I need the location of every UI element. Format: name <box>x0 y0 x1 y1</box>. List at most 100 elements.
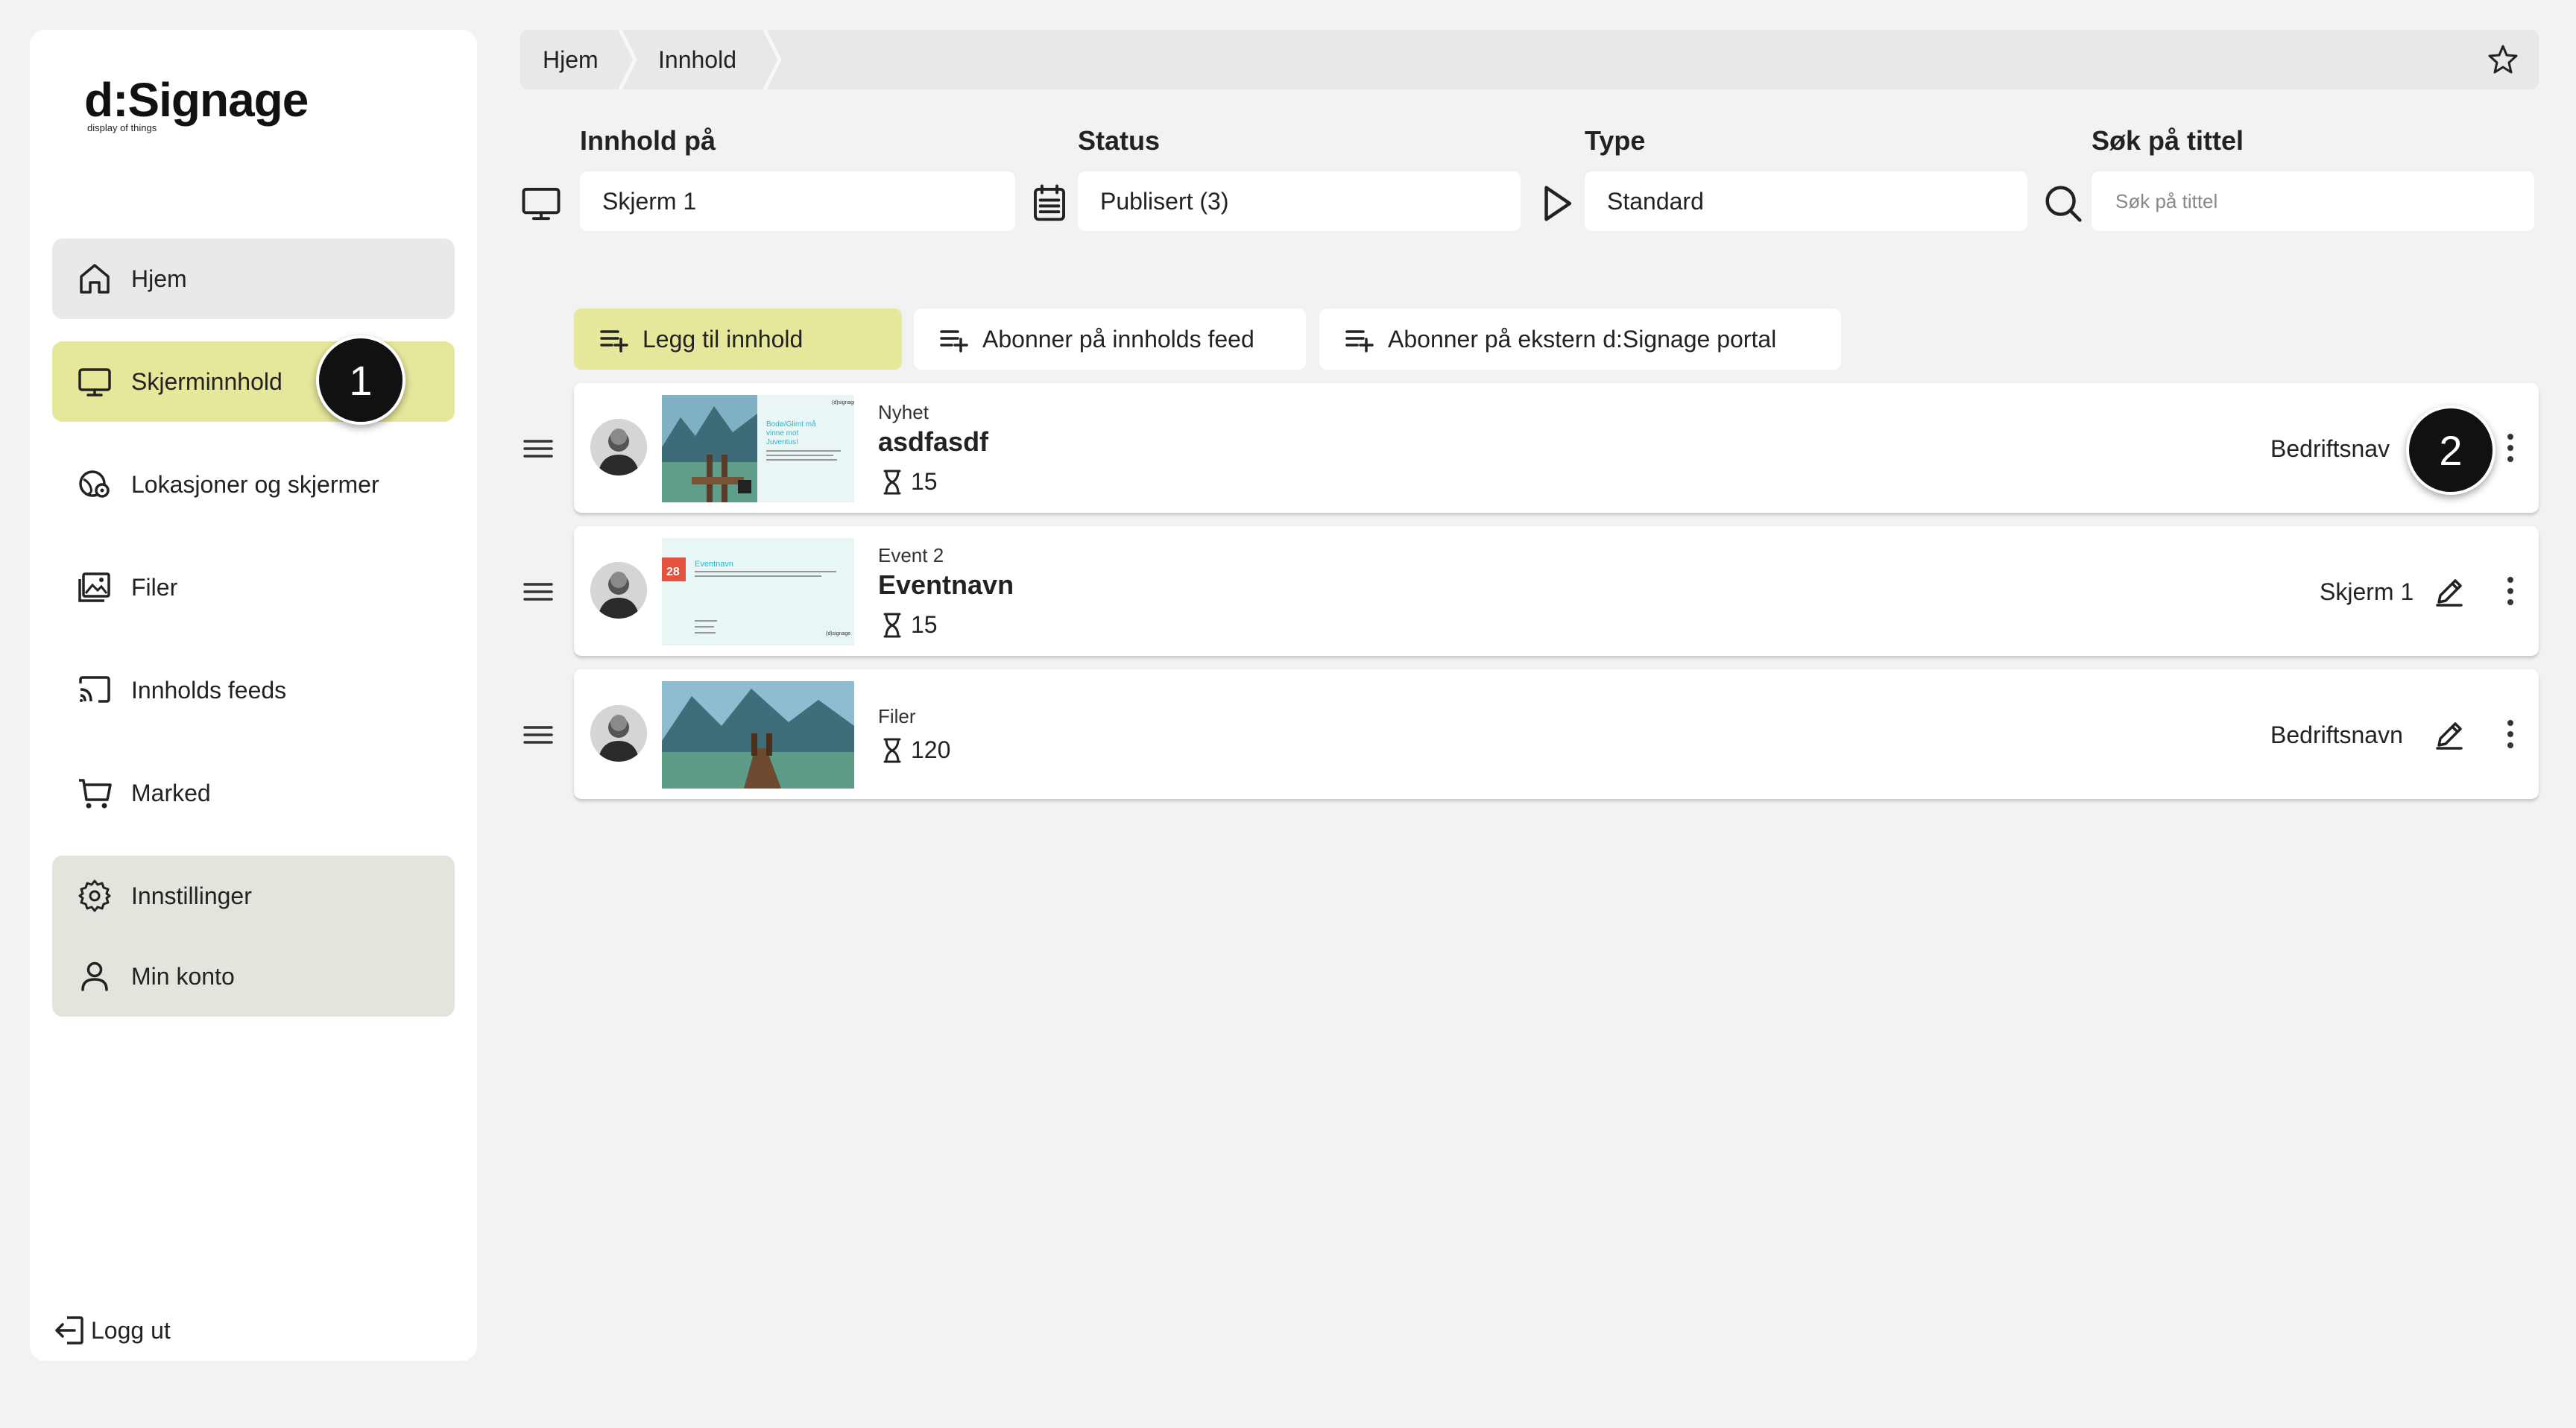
logo-name: d:Signage <box>84 73 309 127</box>
playlist-add-icon <box>1345 324 1374 354</box>
svg-text:28: 28 <box>666 566 680 578</box>
content-type: Event 2 <box>878 544 944 566</box>
subscribe-portal-button[interactable]: Abonner på ekstern d:Signage portal <box>1319 309 1841 370</box>
subscribe-feed-button[interactable]: Abonner på innholds feed <box>914 309 1306 370</box>
step-marker-2: 2 <box>2406 405 2496 495</box>
content-thumbnail: Bodø/Glimt må vinne mot Juventus! (d)sig… <box>662 395 854 502</box>
edit-icon[interactable] <box>2433 718 2466 751</box>
hourglass-icon <box>881 469 903 496</box>
drag-handle-icon[interactable] <box>522 718 555 751</box>
content-title: Eventnavn <box>878 569 1014 600</box>
location-icon <box>76 466 113 503</box>
svg-text:Eventnavn: Eventnavn <box>695 560 733 569</box>
sidebar-item-market[interactable]: Marked <box>52 753 455 833</box>
content-thumbnail: 28 Eventnavn (d)signage <box>662 538 854 645</box>
breadcrumb-home[interactable]: Hjem <box>543 30 599 89</box>
user-icon <box>76 958 113 995</box>
content-duration: 15 <box>881 468 938 496</box>
content-target: Skjerm 1 <box>2320 578 2414 605</box>
filter-label-search: Søk på tittel <box>2092 125 2244 156</box>
content-row[interactable]: 28 Eventnavn (d)signage Event 2 Eventnav… <box>574 526 2539 656</box>
svg-text:(d)signage: (d)signage <box>832 400 854 405</box>
sidebar-item-home[interactable]: Hjem <box>52 238 455 319</box>
content-duration: 120 <box>881 736 950 764</box>
playlist-add-icon <box>939 324 969 354</box>
avatar <box>590 562 647 619</box>
breadcrumb-content[interactable]: Innhold <box>658 30 736 89</box>
image-icon <box>76 569 113 606</box>
sidebar-item-locations[interactable]: Lokasjoner og skjermer <box>52 444 455 525</box>
avatar <box>590 419 647 476</box>
svg-text:(d)signage: (d)signage <box>826 631 850 636</box>
duration-value: 120 <box>911 736 951 763</box>
content-type: Nyhet <box>878 401 929 423</box>
svg-text:vinne mot: vinne mot <box>766 429 799 437</box>
content-target: Bedriftsnavn <box>2270 721 2403 748</box>
logout-label: Logg ut <box>91 1316 171 1344</box>
status-select[interactable]: Publisert (3) <box>1078 171 1521 231</box>
sidebar-item-label: Lokasjoner og skjermer <box>131 470 379 498</box>
content-type: Filer <box>878 705 916 727</box>
calendar-list-icon <box>1029 183 1070 224</box>
subscribe-feed-label: Abonner på innholds feed <box>982 325 1254 353</box>
add-content-label: Legg til innhold <box>643 325 804 353</box>
svg-text:Bodø/Glimt må: Bodø/Glimt må <box>766 420 816 429</box>
breadcrumb-separator <box>619 30 637 89</box>
subscribe-portal-label: Abonner på ekstern d:Signage portal <box>1388 325 1777 353</box>
breadcrumb-separator <box>763 30 782 89</box>
type-value: Standard <box>1607 187 1704 215</box>
content-target: Bedriftsnav <box>2270 435 2390 462</box>
cast-icon <box>76 672 113 709</box>
monitor-icon <box>76 363 113 400</box>
drag-handle-icon[interactable] <box>522 432 555 465</box>
settings-group: Innstillinger Min konto <box>52 856 455 1017</box>
content-thumbnail <box>662 681 854 789</box>
breadcrumb: Hjem Innhold <box>520 30 2539 89</box>
svg-text:Juventus!: Juventus! <box>766 438 798 446</box>
star-icon[interactable] <box>2487 43 2519 76</box>
sidebar-item-label: Hjem <box>131 265 187 292</box>
sidebar-item-label: Innholds feeds <box>131 676 287 704</box>
search-input[interactable] <box>2114 189 2534 214</box>
hourglass-icon <box>881 612 903 639</box>
duration-value: 15 <box>911 611 938 638</box>
sidebar-item-settings[interactable]: Innstillinger <box>52 856 455 936</box>
monitor-icon <box>520 183 562 224</box>
search-box <box>2092 171 2534 231</box>
more-options-icon[interactable] <box>2504 431 2516 465</box>
sidebar-item-label: Marked <box>131 779 211 806</box>
play-icon <box>1535 183 1577 224</box>
sidebar-item-label: Innstillinger <box>131 882 252 909</box>
gear-icon <box>76 877 113 914</box>
status-value: Publisert (3) <box>1100 187 1229 215</box>
home-icon <box>76 260 113 297</box>
logout-button[interactable]: Logg ut <box>52 1313 171 1348</box>
logout-icon <box>52 1313 86 1348</box>
content-duration: 15 <box>881 611 938 639</box>
sidebar-item-feeds[interactable]: Innholds feeds <box>52 650 455 730</box>
sidebar-item-account[interactable]: Min konto <box>52 936 455 1017</box>
filter-label-content-on: Innhold på <box>580 125 716 156</box>
content-row[interactable]: Bodø/Glimt må vinne mot Juventus! (d)sig… <box>574 383 2539 513</box>
avatar <box>590 705 647 762</box>
hourglass-icon <box>881 737 903 764</box>
type-select[interactable]: Standard <box>1585 171 2027 231</box>
more-options-icon[interactable] <box>2504 717 2516 751</box>
content-title: asdfasdf <box>878 426 989 457</box>
content-row[interactable]: Filer 120 Bedriftsnavn <box>574 669 2539 799</box>
sidebar: d:Signage display of things Hjem Skjermi… <box>30 30 477 1361</box>
drag-handle-icon[interactable] <box>522 575 555 608</box>
sidebar-item-files[interactable]: Filer <box>52 547 455 628</box>
playlist-add-icon <box>599 324 629 354</box>
cart-icon <box>76 774 113 812</box>
edit-icon[interactable] <box>2433 575 2466 608</box>
add-content-button[interactable]: Legg til innhold <box>574 309 902 370</box>
content-on-select[interactable]: Skjerm 1 <box>580 171 1015 231</box>
filter-label-status: Status <box>1078 125 1161 156</box>
sidebar-item-label: Skjerminnhold <box>131 367 282 395</box>
app-logo[interactable]: d:Signage display of things <box>84 73 309 133</box>
step-marker-1: 1 <box>316 335 405 425</box>
content-on-value: Skjerm 1 <box>602 187 697 215</box>
search-icon <box>2042 183 2084 224</box>
more-options-icon[interactable] <box>2504 574 2516 608</box>
